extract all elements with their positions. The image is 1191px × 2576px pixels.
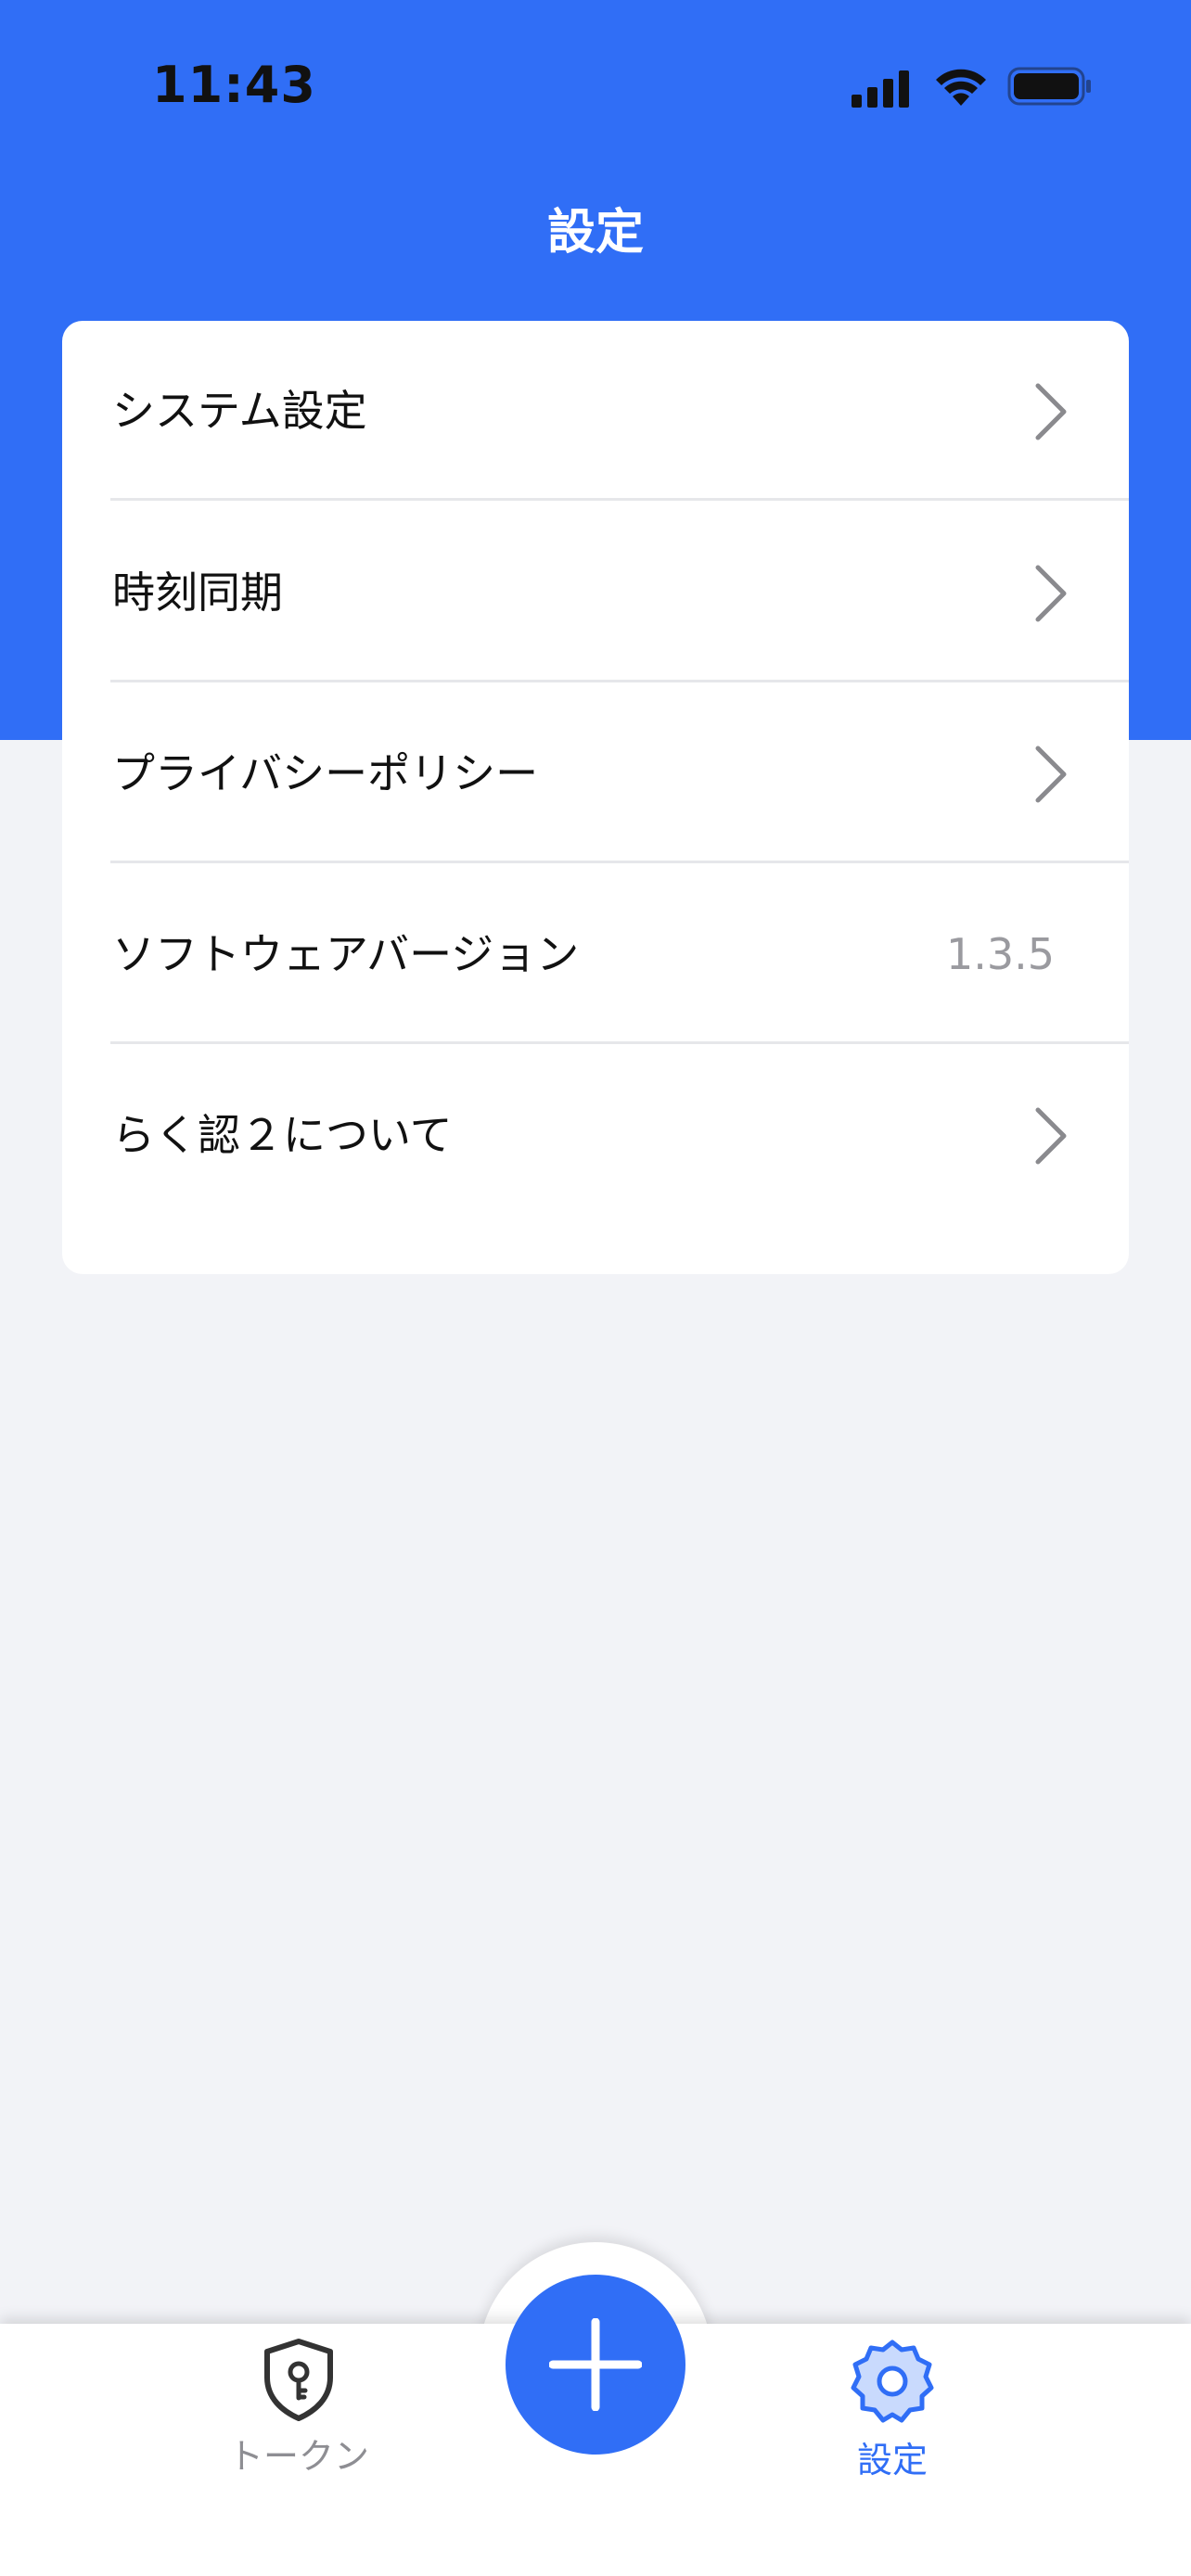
cellular-signal-icon (852, 70, 909, 108)
chevron-right-icon (1035, 1107, 1067, 1165)
settings-row-software-version: ソフトウェアバージョン 1.3.5 (62, 864, 1129, 1044)
battery-icon (1007, 67, 1091, 106)
settings-row-about[interactable]: らく認２について (62, 1045, 1129, 1225)
divider (110, 498, 1129, 501)
divider (110, 861, 1129, 863)
status-time: 11:43 (152, 56, 316, 114)
status-icons (852, 65, 1093, 111)
tab-label: 設定 (856, 2440, 928, 2480)
wifi-icon (936, 69, 986, 106)
plus-icon (549, 2318, 642, 2411)
shield-key-icon (264, 2339, 333, 2421)
version-value: 1.3.5 (945, 929, 1055, 979)
row-label: ソフトウェアバージョン (112, 929, 580, 979)
divider (110, 1041, 1129, 1044)
tab-label: トークン (227, 2436, 369, 2477)
settings-row-system[interactable]: システム設定 (62, 321, 1129, 501)
row-label: 時刻同期 (112, 567, 283, 618)
settings-row-time-sync[interactable]: 時刻同期 (62, 503, 1129, 682)
tab-settings[interactable]: 設定 (790, 2337, 994, 2485)
chevron-right-icon (1035, 746, 1067, 803)
row-label: プライバシーポリシー (112, 748, 539, 798)
settings-card: システム設定 時刻同期 プライバシーポリシー ソフトウェアバージョン 1.3.5… (62, 321, 1129, 1274)
page-title: 設定 (546, 205, 644, 261)
row-label: らく認２について (112, 1110, 453, 1160)
row-label: システム設定 (112, 386, 367, 436)
tab-token[interactable]: トークン (197, 2337, 401, 2485)
gear-icon (851, 2340, 934, 2423)
chevron-right-icon (1035, 383, 1067, 440)
add-button[interactable] (506, 2275, 685, 2455)
chevron-right-icon (1035, 565, 1067, 622)
settings-row-privacy-policy[interactable]: プライバシーポリシー (62, 683, 1129, 863)
divider (110, 680, 1129, 682)
